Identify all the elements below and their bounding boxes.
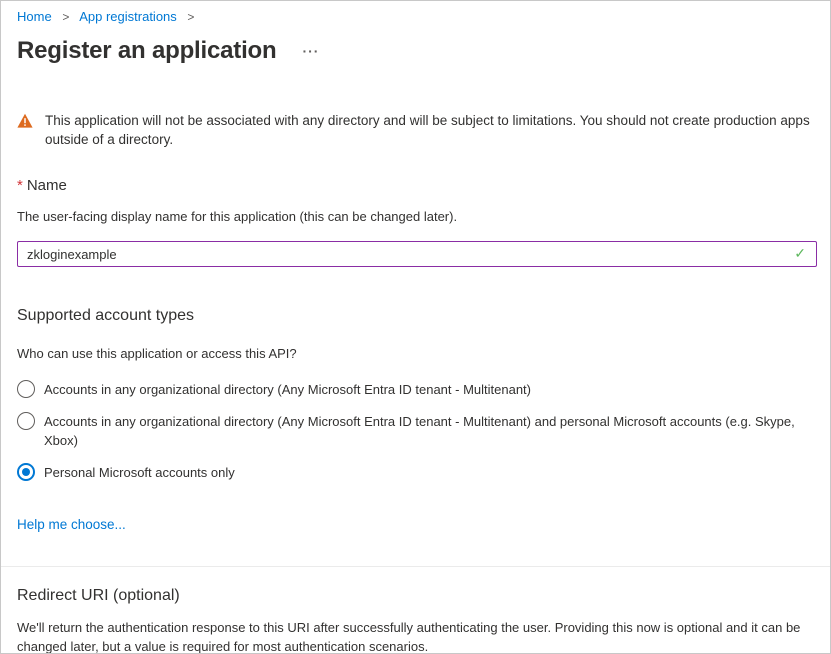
warning-banner: This application will not be associated … [17,111,815,149]
name-description: The user-facing display name for this ap… [17,207,815,226]
more-options-icon[interactable]: ··· [302,43,319,59]
radio-option-label: Accounts in any organizational directory… [44,379,531,399]
breadcrumb-separator-icon: > [187,10,194,24]
radio-button-icon[interactable] [17,380,35,398]
radio-option-multitenant[interactable]: Accounts in any organizational directory… [17,379,815,399]
name-input[interactable] [17,241,817,267]
radio-option-label: Personal Microsoft accounts only [44,462,235,482]
supported-account-types-heading: Supported account types [17,307,815,325]
redirect-uri-heading: Redirect URI (optional) [17,587,815,605]
account-type-options: Accounts in any organizational directory… [17,379,815,482]
name-field-label: *Name [17,177,815,194]
breadcrumb-home-link[interactable]: Home [17,9,52,24]
warning-icon [17,113,33,129]
breadcrumb-separator-icon: > [62,10,69,24]
warning-text: This application will not be associated … [45,111,815,149]
redirect-uri-description: We'll return the authentication response… [17,618,815,654]
name-label: Name [27,177,67,194]
register-application-page: Home > App registrations > Register an a… [0,0,831,654]
page-title: Register an application [17,36,276,66]
help-me-choose-link[interactable]: Help me choose... [17,517,126,532]
section-divider [1,566,830,567]
account-types-question: Who can use this application or access t… [17,344,815,363]
radio-button-icon[interactable] [17,412,35,430]
radio-button-icon[interactable] [17,463,35,481]
breadcrumb: Home > App registrations > [17,9,815,25]
radio-option-personal-only[interactable]: Personal Microsoft accounts only [17,462,815,482]
name-input-wrapper: ✓ [17,241,815,267]
radio-option-multitenant-personal[interactable]: Accounts in any organizational directory… [17,411,815,450]
radio-option-label: Accounts in any organizational directory… [44,411,815,450]
page-header: Register an application ··· [17,36,815,66]
breadcrumb-app-registrations-link[interactable]: App registrations [79,9,177,24]
required-asterisk: * [17,177,23,194]
